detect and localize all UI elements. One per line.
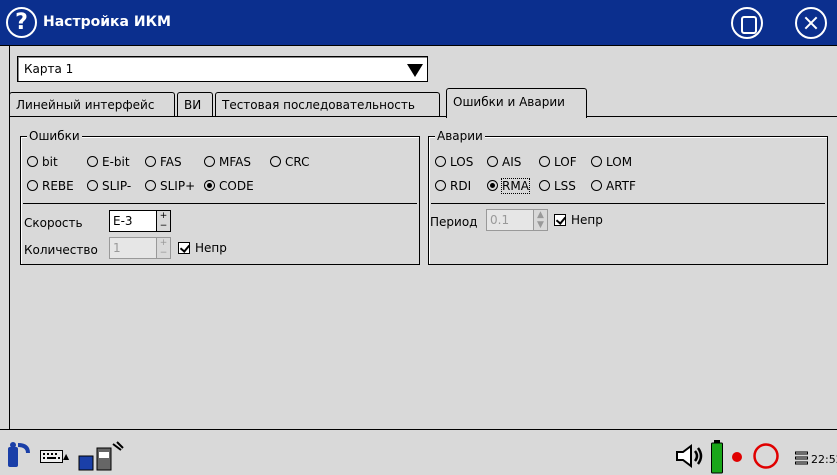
- spin-arrows-icon: ▲ ▼: [533, 210, 547, 230]
- radio-circle-icon: [487, 156, 498, 167]
- card-select[interactable]: Карта 1: [17, 56, 428, 82]
- radio-label: LOS: [450, 155, 474, 169]
- tab-test-sequence[interactable]: Тестовая последовательность: [215, 92, 440, 116]
- radio-circle-icon: [591, 156, 602, 167]
- count-spinbox: 1 + −: [109, 237, 171, 259]
- network-icon[interactable]: [73, 440, 125, 474]
- radio-label: FAS: [160, 155, 182, 169]
- tab-divider: [9, 116, 837, 117]
- radio-ais[interactable]: AIS: [487, 155, 521, 169]
- alarms-group-title: Аварии: [435, 129, 485, 143]
- radio-label: SLIP-: [102, 179, 132, 193]
- radio-mfas[interactable]: MFAS: [204, 155, 251, 169]
- tab-errors-alarms[interactable]: Ошибки и Аварии: [446, 88, 587, 118]
- keyboard-arrow-icon[interactable]: ▲: [63, 452, 69, 461]
- radio-lof[interactable]: LOF: [539, 155, 577, 169]
- radio-label: RDI: [450, 179, 472, 193]
- start-icon[interactable]: [6, 441, 30, 469]
- spin-arrows-icon[interactable]: + −: [156, 211, 170, 231]
- radio-circle-icon: [145, 180, 156, 191]
- radio-label: E-bit: [102, 155, 130, 169]
- radio-circle-icon: [27, 180, 38, 191]
- errors-separator: [23, 203, 417, 204]
- radio-circle-icon: [270, 156, 281, 167]
- rate-label: Скорость: [24, 216, 83, 230]
- checkbox-checked-icon: [178, 242, 190, 254]
- radio-label: REBE: [42, 179, 74, 193]
- radio-rebe[interactable]: REBE: [27, 179, 74, 193]
- radio-circle-icon: [87, 156, 98, 167]
- radio-circle-icon: [204, 156, 215, 167]
- taskbar: ▲ 22:52: [0, 429, 837, 475]
- radio-label: bit: [42, 155, 58, 169]
- radio-slip-plus[interactable]: SLIP+: [145, 179, 195, 193]
- radio-label: LOM: [606, 155, 633, 169]
- alarms-separator: [431, 203, 825, 204]
- count-label: Количество: [24, 243, 98, 257]
- tab-line-interface[interactable]: Линейный интерфейс: [9, 92, 175, 116]
- radio-lom[interactable]: LOM: [591, 155, 632, 169]
- radio-label: LSS: [554, 179, 576, 193]
- minimize-icon[interactable]: [731, 7, 763, 39]
- radio-rdi[interactable]: RDI: [435, 179, 471, 193]
- radio-label: CRC: [285, 155, 310, 169]
- radio-circle-icon: [87, 180, 98, 191]
- tab-vi[interactable]: ВИ: [177, 92, 213, 116]
- period-label: Период: [430, 215, 478, 229]
- period-spinbox: 0.1 ▲ ▼: [486, 209, 548, 231]
- radio-circle-icon: [145, 156, 156, 167]
- close-icon[interactable]: [795, 7, 827, 39]
- radio-label: CODE: [219, 179, 254, 193]
- radio-circle-icon: [539, 180, 550, 191]
- menu-icon[interactable]: [795, 451, 809, 465]
- radio-rma[interactable]: RMA: [487, 178, 530, 194]
- record-icon[interactable]: [731, 451, 743, 463]
- radio-code[interactable]: CODE: [204, 179, 254, 193]
- radio-bit[interactable]: bit: [27, 155, 58, 169]
- radio-label: RMA: [501, 178, 530, 194]
- radio-circle-icon: [435, 180, 446, 191]
- radio-label: LOF: [554, 155, 577, 169]
- radio-e-bit[interactable]: E-bit: [87, 155, 130, 169]
- checkbox-label: Непр: [571, 213, 603, 227]
- radio-circle-icon: [539, 156, 550, 167]
- radio-circle-icon: [27, 156, 38, 167]
- alarms-group: Аварии LOS AIS LOF LOM RDI RMA LSS ARTF …: [428, 129, 828, 265]
- checkbox-checked-icon: [554, 214, 566, 226]
- rate-spinbox[interactable]: E-3 + −: [109, 210, 171, 232]
- radio-lss[interactable]: LSS: [539, 179, 576, 193]
- period-value: 0.1: [490, 213, 510, 227]
- battery-icon: [711, 440, 723, 474]
- radio-circle-icon: [487, 180, 498, 191]
- radio-circle-icon: [204, 180, 215, 191]
- radio-label: SLIP+: [160, 179, 196, 193]
- radio-los[interactable]: LOS: [435, 155, 473, 169]
- rate-value: E-3: [113, 214, 133, 228]
- window-title: Настройка ИКМ: [43, 14, 171, 30]
- stop-icon[interactable]: [752, 442, 780, 470]
- tab-divider-gap: [447, 116, 586, 117]
- speaker-icon[interactable]: [675, 444, 705, 468]
- radio-label: ARTF: [606, 179, 636, 193]
- title-bar: ? Настройка ИКМ: [0, 0, 837, 46]
- spin-arrows-icon: + −: [156, 238, 170, 258]
- errors-group-title: Ошибки: [27, 129, 82, 143]
- radio-circle-icon: [435, 156, 446, 167]
- radio-fas[interactable]: FAS: [145, 155, 182, 169]
- errors-continuous-checkbox[interactable]: Непр: [178, 241, 227, 255]
- radio-circle-icon: [591, 180, 602, 191]
- radio-slip-minus[interactable]: SLIP-: [87, 179, 131, 193]
- radio-label: MFAS: [219, 155, 251, 169]
- errors-group: Ошибки bit E-bit FAS MFAS CRC REBE SLIP-…: [20, 129, 420, 265]
- count-value: 1: [113, 241, 121, 255]
- dropdown-arrow-icon[interactable]: [401, 57, 427, 81]
- radio-artf[interactable]: ARTF: [591, 179, 636, 193]
- alarms-continuous-checkbox[interactable]: Непр: [554, 213, 603, 227]
- checkbox-label: Непр: [195, 241, 227, 255]
- clock: 22:52: [811, 453, 837, 466]
- help-icon[interactable]: ?: [6, 7, 37, 38]
- card-select-value: Карта 1: [24, 62, 74, 76]
- radio-label: AIS: [502, 155, 522, 169]
- radio-crc[interactable]: CRC: [270, 155, 310, 169]
